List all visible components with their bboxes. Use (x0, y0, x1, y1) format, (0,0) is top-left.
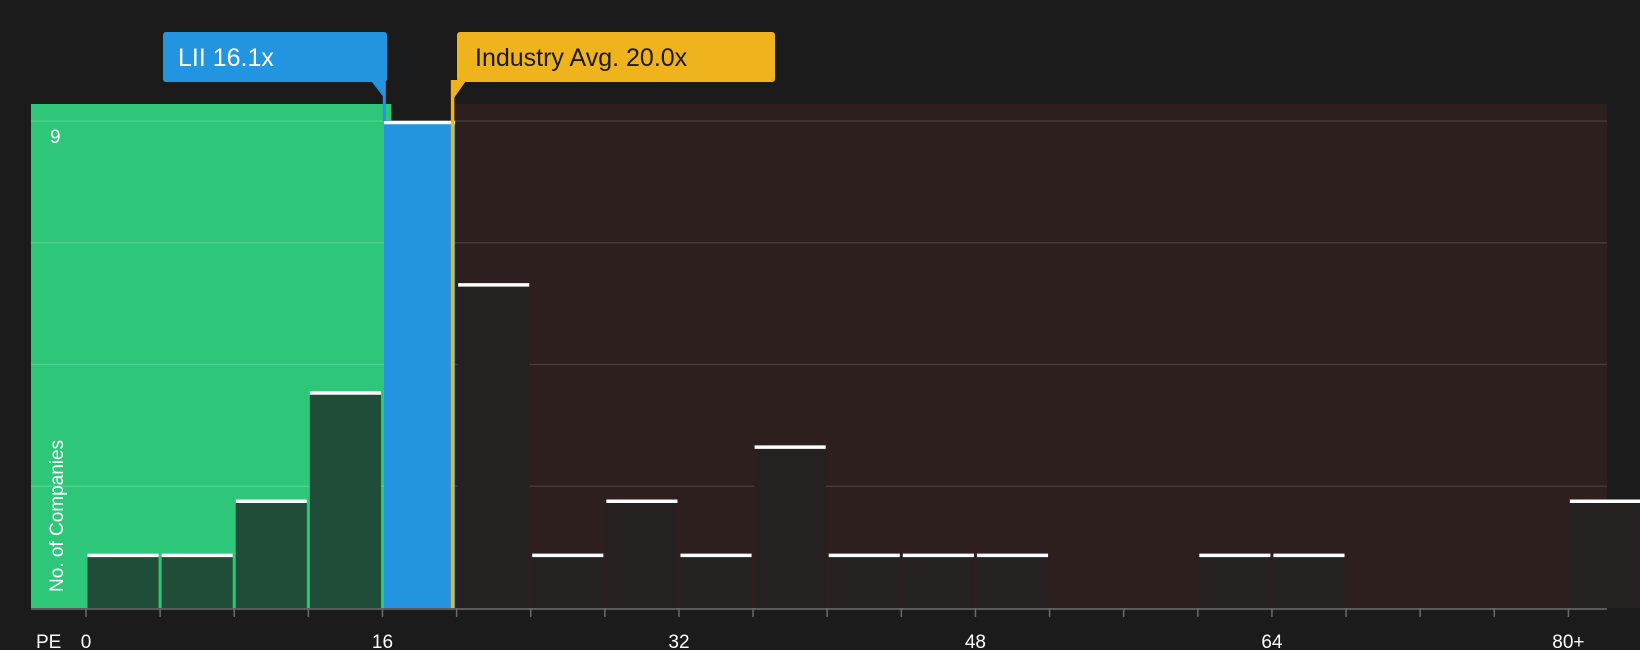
company-callout-label: LII 16.1x (178, 44, 274, 72)
histogram-bar (680, 553, 752, 608)
x-tick-label: 64 (1261, 632, 1283, 650)
x-tick-labels: 0 16 32 48 64 80+ (81, 632, 1585, 650)
histogram-bar (828, 553, 900, 608)
histogram-bar (458, 283, 530, 608)
x-tick-label: 0 (81, 632, 92, 650)
histogram-bar (902, 553, 974, 608)
histogram-bar (606, 499, 678, 608)
x-tick-label: 16 (372, 632, 393, 650)
histogram-bar (1273, 553, 1345, 608)
x-tick-label: 32 (668, 632, 689, 650)
pe-distribution-chart: 9 No. of Companies PE 0 16 32 48 64 80+ LII 1… (0, 0, 1640, 650)
histogram-bar (754, 445, 826, 608)
industry-callout-notch (452, 80, 467, 100)
company-callout-notch (370, 80, 385, 98)
x-tick-label: 48 (965, 632, 986, 650)
histogram-bar (161, 553, 233, 608)
x-axis-ticks (85, 608, 1570, 617)
histogram-bar (1199, 553, 1271, 608)
histogram-bar (309, 391, 381, 608)
histogram-bar (235, 499, 307, 608)
y-axis-label: No. of Companies (47, 440, 68, 592)
histogram-bar (1569, 499, 1640, 608)
histogram-bar (532, 553, 604, 608)
histogram-bar (976, 553, 1049, 608)
industry-callout-label: Industry Avg. 20.0x (475, 44, 688, 72)
histogram-bar (87, 553, 159, 608)
y-max-label: 9 (50, 127, 61, 148)
x-axis-label: PE (36, 632, 61, 650)
histogram-bar (383, 121, 456, 608)
x-tick-label: 80+ (1552, 632, 1584, 650)
chart-svg: 9 No. of Companies PE 0 16 32 48 64 80+ LII 1… (31, 32, 1640, 650)
